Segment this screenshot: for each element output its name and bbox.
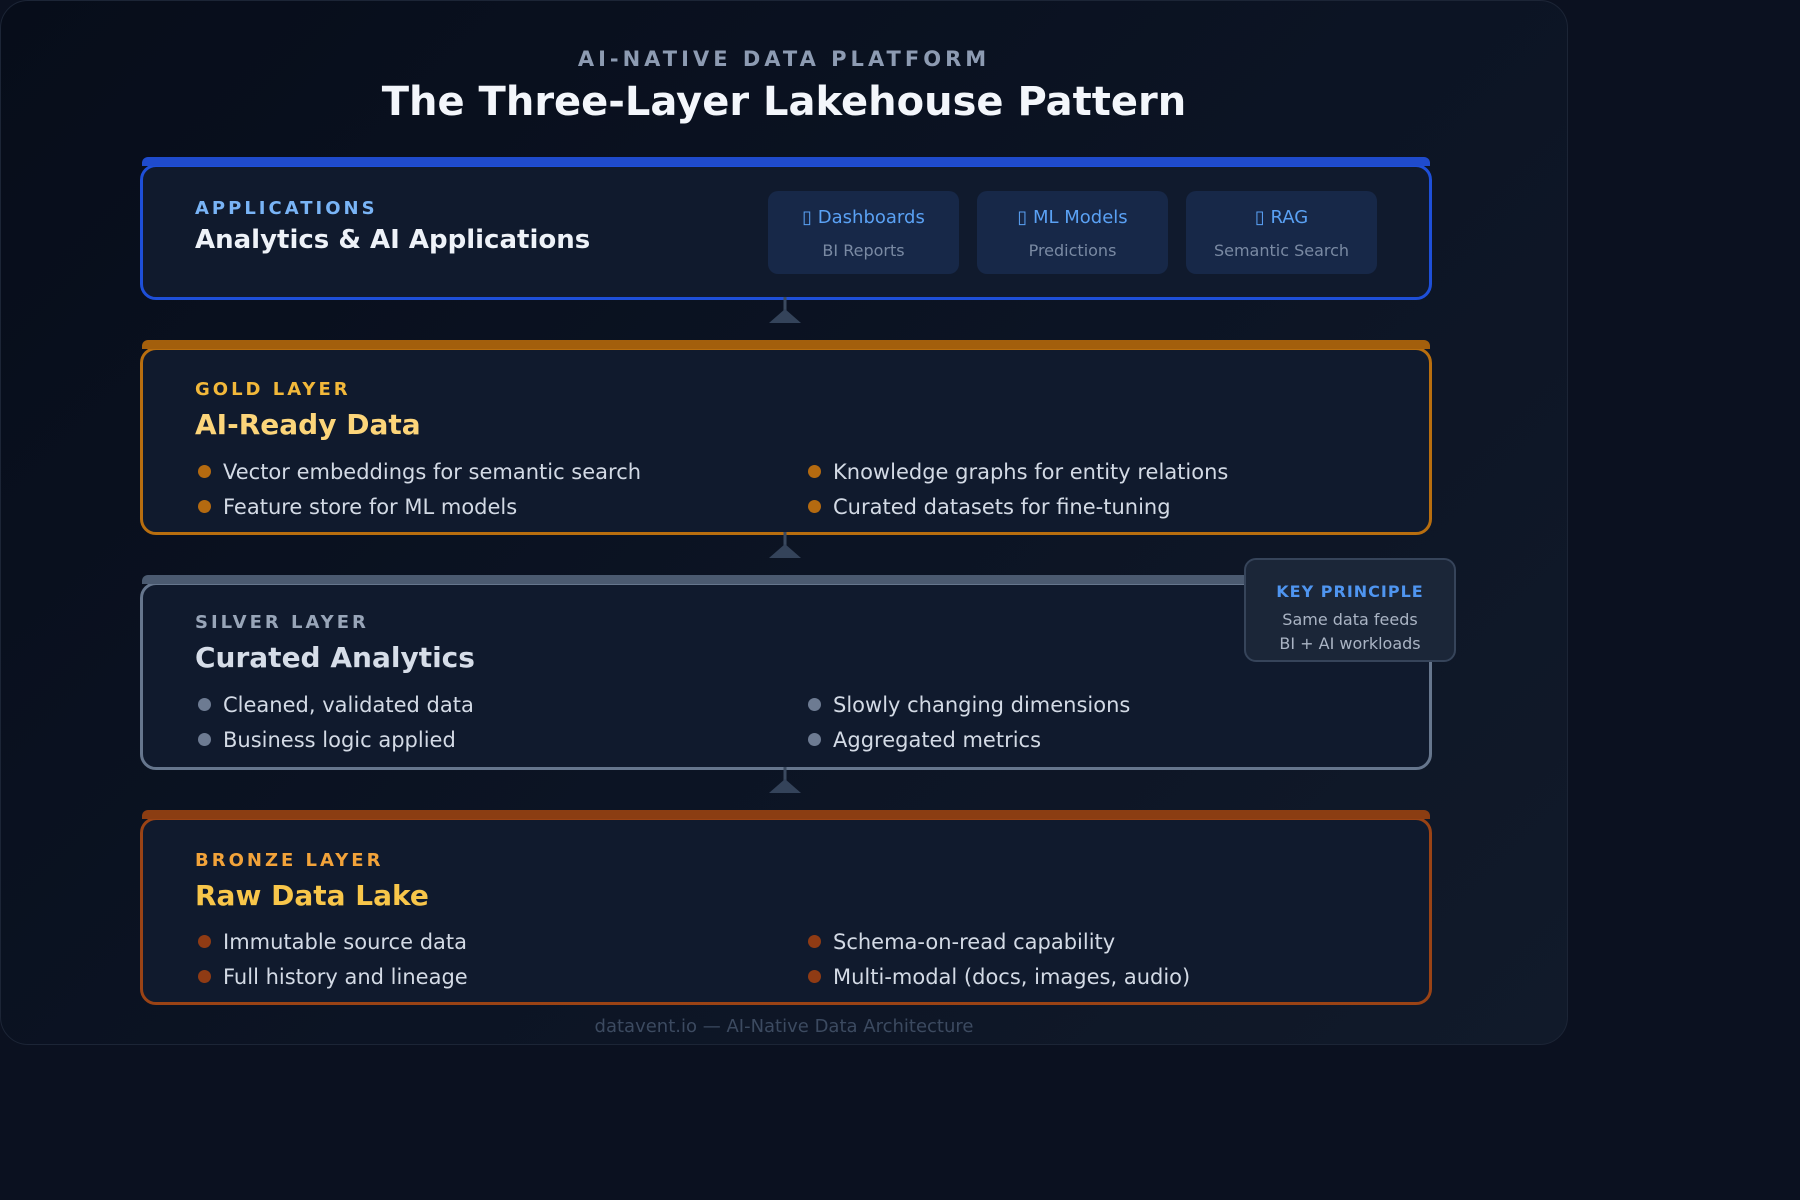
bullet-dot-icon [198,465,211,478]
silver-heading: Curated Analytics [195,641,475,674]
silver-item: Slowly changing dimensions [808,693,1130,717]
bullet-dot-icon [198,970,211,983]
gold-item: Knowledge graphs for entity relations [808,460,1228,484]
ml-models-chip-title: ▯ ML Models [1017,207,1128,228]
diagram-canvas: AI-NATIVE DATA PLATFORM The Three-Layer … [0,0,1568,1045]
applications-heading: Analytics & AI Applications [195,225,591,255]
rag-chip-title: ▯ RAG [1254,207,1309,228]
diagram-title: The Three-Layer Lakehouse Pattern [381,79,1187,125]
connector-arrow-icon [769,767,801,793]
dashboards-chip: ▯ Dashboards BI Reports [768,191,959,274]
applications-layer: APPLICATIONS Analytics & AI Applications… [140,157,1432,300]
gold-item: Feature store for ML models [198,495,517,519]
ml-models-chip-subtitle: Predictions [1028,241,1117,260]
bullet-dot-icon [808,733,821,746]
ml-models-chip: ▯ ML Models Predictions [977,191,1168,274]
bronze-label: BRONZE LAYER [195,850,384,871]
applications-label: APPLICATIONS [195,198,378,219]
gold-heading: AI-Ready Data [195,408,421,441]
gold-label: GOLD LAYER [195,379,351,400]
bullet-dot-icon [808,698,821,711]
rag-chip: ▯ RAG Semantic Search [1186,191,1377,274]
key-principle-line: BI + AI workloads [1279,634,1421,653]
gold-item: Curated datasets for fine-tuning [808,495,1171,519]
key-principle-line: Same data feeds [1282,610,1418,629]
bronze-layer: BRONZE LAYER Raw Data Lake Immutable sou… [140,810,1432,1005]
bronze-item: Immutable source data [198,930,467,954]
bronze-item: Schema-on-read capability [808,930,1115,954]
gold-item: Vector embeddings for semantic search [198,460,641,484]
bullet-dot-icon [808,935,821,948]
bullet-dot-icon [198,733,211,746]
rag-chip-subtitle: Semantic Search [1213,241,1350,260]
bronze-item: Multi-modal (docs, images, audio) [808,965,1190,989]
silver-accent-bar [142,575,1430,584]
silver-item: Business logic applied [198,728,456,752]
gold-accent-bar [142,340,1430,349]
applications-accent-bar [142,157,1430,166]
bullet-dot-icon [198,935,211,948]
dashboards-chip-title: ▯ Dashboards [802,207,925,228]
bullet-dot-icon [808,970,821,983]
silver-layer: SILVER LAYER Curated Analytics Cleaned, … [140,575,1432,770]
dashboards-chip-subtitle: BI Reports [822,241,905,260]
connector-arrow-icon [769,532,801,558]
silver-item: Aggregated metrics [808,728,1041,752]
key-principle-callout: KEY PRINCIPLE Same data feeds BI + AI wo… [1244,558,1456,662]
bronze-item: Full history and lineage [198,965,468,989]
silver-label: SILVER LAYER [195,612,369,633]
bullet-dot-icon [198,698,211,711]
bullet-dot-icon [808,465,821,478]
gold-layer: GOLD LAYER AI-Ready Data Vector embeddin… [140,340,1432,535]
bullet-dot-icon [808,500,821,513]
silver-item: Cleaned, validated data [198,693,474,717]
key-principle-title: KEY PRINCIPLE [1276,582,1424,601]
diagram-eyebrow: AI-NATIVE DATA PLATFORM [577,47,991,71]
bronze-accent-bar [142,810,1430,819]
bronze-heading: Raw Data Lake [195,879,429,912]
connector-arrow-icon [769,297,801,323]
footer-credit: datavent.io — AI-Native Data Architectur… [594,1016,974,1037]
bullet-dot-icon [198,500,211,513]
